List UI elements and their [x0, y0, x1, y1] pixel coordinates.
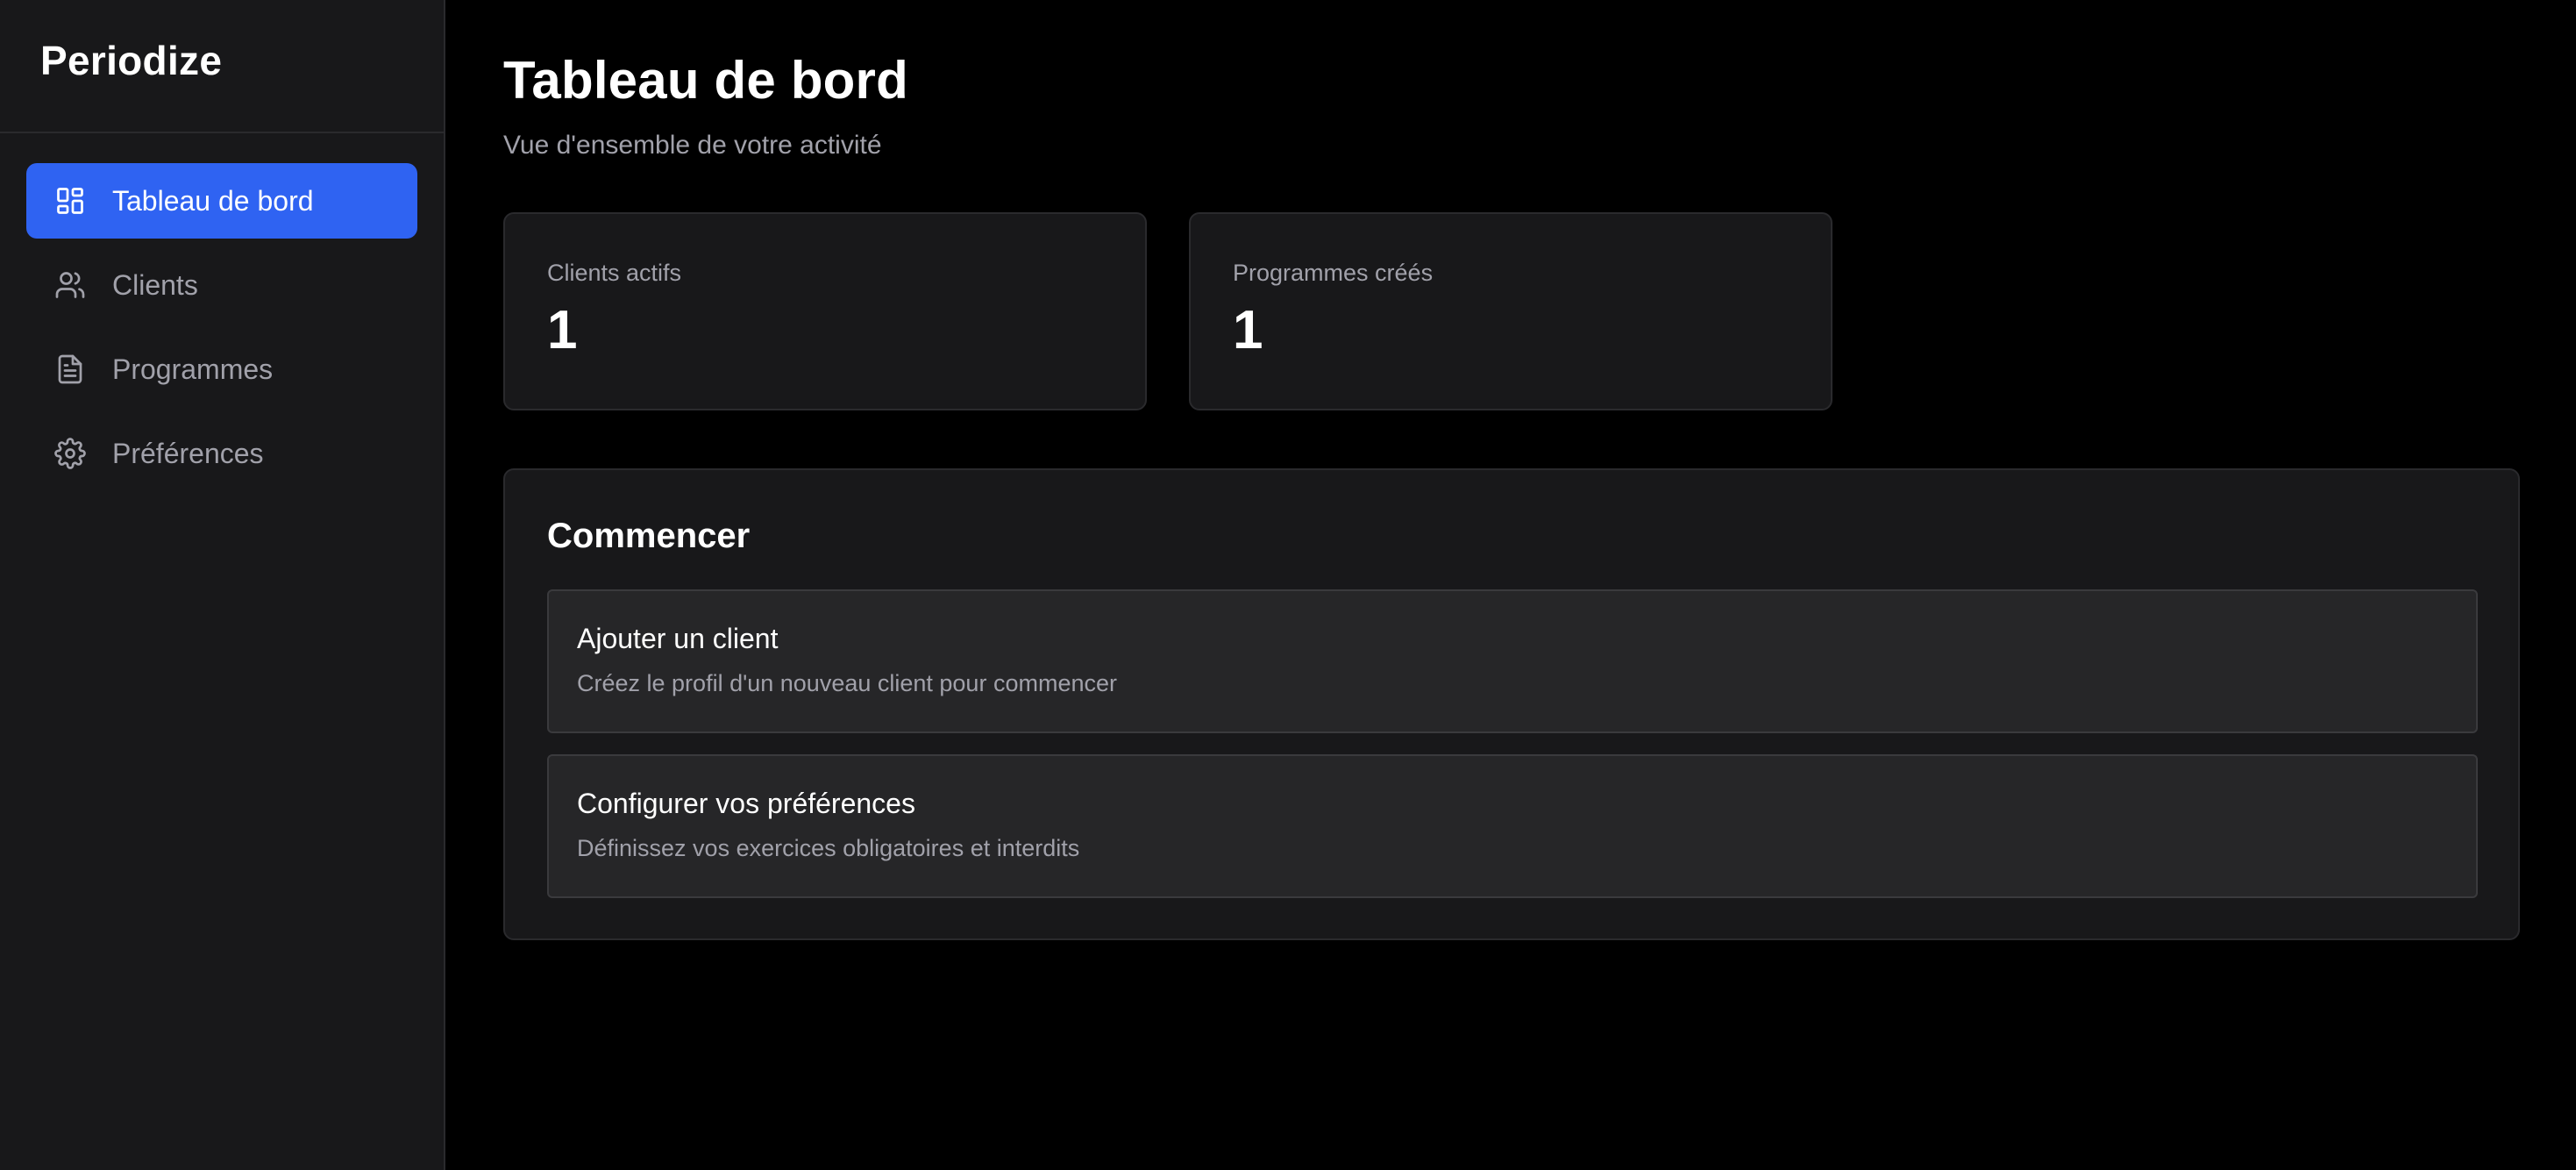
- configure-preferences-action[interactable]: Configurer vos préférences Définissez vo…: [547, 754, 2478, 898]
- sidebar: Periodize Tableau de bord Clients Progra…: [0, 0, 445, 1170]
- page-subtitle: Vue d'ensemble de votre activité: [503, 131, 882, 160]
- gear-icon: [54, 438, 86, 469]
- sidebar-item-programmes[interactable]: Programmes: [26, 332, 417, 407]
- document-icon: [54, 353, 86, 385]
- action-title: Configurer vos préférences: [577, 788, 915, 819]
- sidebar-item-label: Préférences: [112, 437, 264, 469]
- sidebar-item-label: Clients: [112, 268, 198, 301]
- app-shell: Periodize Tableau de bord Clients Progra…: [0, 0, 2576, 1170]
- stat-label: Clients actifs: [547, 260, 682, 286]
- dashboard-icon: [54, 185, 86, 217]
- stat-value: 1: [547, 300, 578, 360]
- sidebar-item-tableau-de-bord[interactable]: Tableau de bord: [26, 163, 417, 239]
- brand-logo-text[interactable]: Periodize: [40, 37, 222, 84]
- stat-label: Programmes créés: [1233, 260, 1434, 286]
- users-icon: [54, 269, 86, 301]
- stat-value: 1: [1233, 300, 1263, 360]
- add-client-action[interactable]: Ajouter un client Créez le profil d'un n…: [547, 589, 2478, 733]
- sidebar-item-label: Programmes: [112, 353, 274, 385]
- sidebar-item-label: Tableau de bord: [112, 184, 314, 217]
- main-content: Tableau de bord Vue d'ensemble de votre …: [445, 0, 2576, 1170]
- sidebar-nav: Tableau de bord Clients Programmes Préfé…: [0, 133, 444, 491]
- stat-card-clients-actifs: Clients actifs 1: [503, 212, 1147, 410]
- action-list: Ajouter un client Créez le profil d'un n…: [547, 589, 2478, 898]
- page-title: Tableau de bord: [503, 51, 908, 110]
- stat-card-programmes-crees: Programmes créés 1: [1189, 212, 1832, 410]
- getting-started-panel: Commencer Ajouter un client Créez le pro…: [503, 468, 2520, 940]
- action-description: Créez le profil d'un nouveau client pour…: [577, 670, 1117, 696]
- sidebar-item-clients[interactable]: Clients: [26, 247, 417, 323]
- stats-row: Clients actifs 1 Programmes créés 1: [503, 212, 2520, 410]
- sidebar-item-preferences[interactable]: Préférences: [26, 416, 417, 491]
- brand-header: Periodize: [0, 0, 444, 133]
- action-description: Définissez vos exercices obligatoires et…: [577, 835, 1080, 861]
- action-title: Ajouter un client: [577, 623, 779, 654]
- panel-title: Commencer: [547, 517, 751, 555]
